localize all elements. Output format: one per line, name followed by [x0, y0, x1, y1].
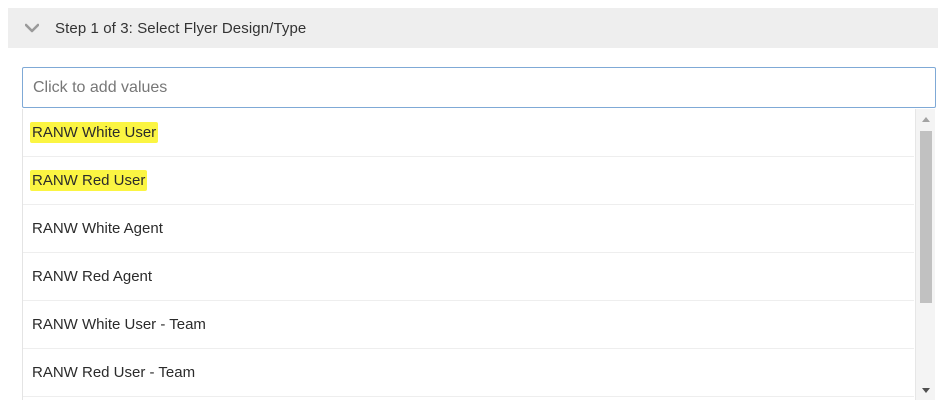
values-search-input[interactable]	[22, 67, 936, 108]
step-header[interactable]: Step 1 of 3: Select Flyer Design/Type	[8, 8, 938, 48]
option-label: RANW Red User - Team	[32, 364, 196, 381]
list-item[interactable]: RANW Red Agent	[23, 253, 914, 301]
scroll-up-arrow-icon[interactable]	[916, 111, 935, 127]
scrollbar-thumb[interactable]	[920, 131, 932, 303]
option-label: RANW Red Agent	[32, 268, 153, 285]
list-item[interactable]: RANW Red User - Team	[23, 349, 914, 397]
scroll-down-arrow-icon[interactable]	[916, 382, 935, 398]
option-label: RANW Red User	[30, 170, 148, 191]
option-label: RANW White User	[30, 122, 159, 143]
options-list[interactable]: RANW White User RANW Red User RANW White…	[22, 109, 938, 400]
flyer-type-multiselect[interactable]: RANW White User RANW Red User RANW White…	[22, 67, 938, 400]
list-item[interactable]: RANW White Agent	[23, 205, 914, 253]
list-item[interactable]: RANW White User - Team	[23, 301, 914, 349]
step-title: Step 1 of 3: Select Flyer Design/Type	[55, 19, 307, 37]
option-label: RANW White Agent	[32, 220, 163, 237]
option-label: RANW White User - Team	[32, 316, 206, 333]
list-item[interactable]: RANW Red User	[23, 157, 914, 205]
chevron-down-icon[interactable]	[23, 22, 41, 34]
options-scrollbar[interactable]	[915, 109, 935, 400]
list-item[interactable]: RANW White User	[23, 109, 914, 157]
